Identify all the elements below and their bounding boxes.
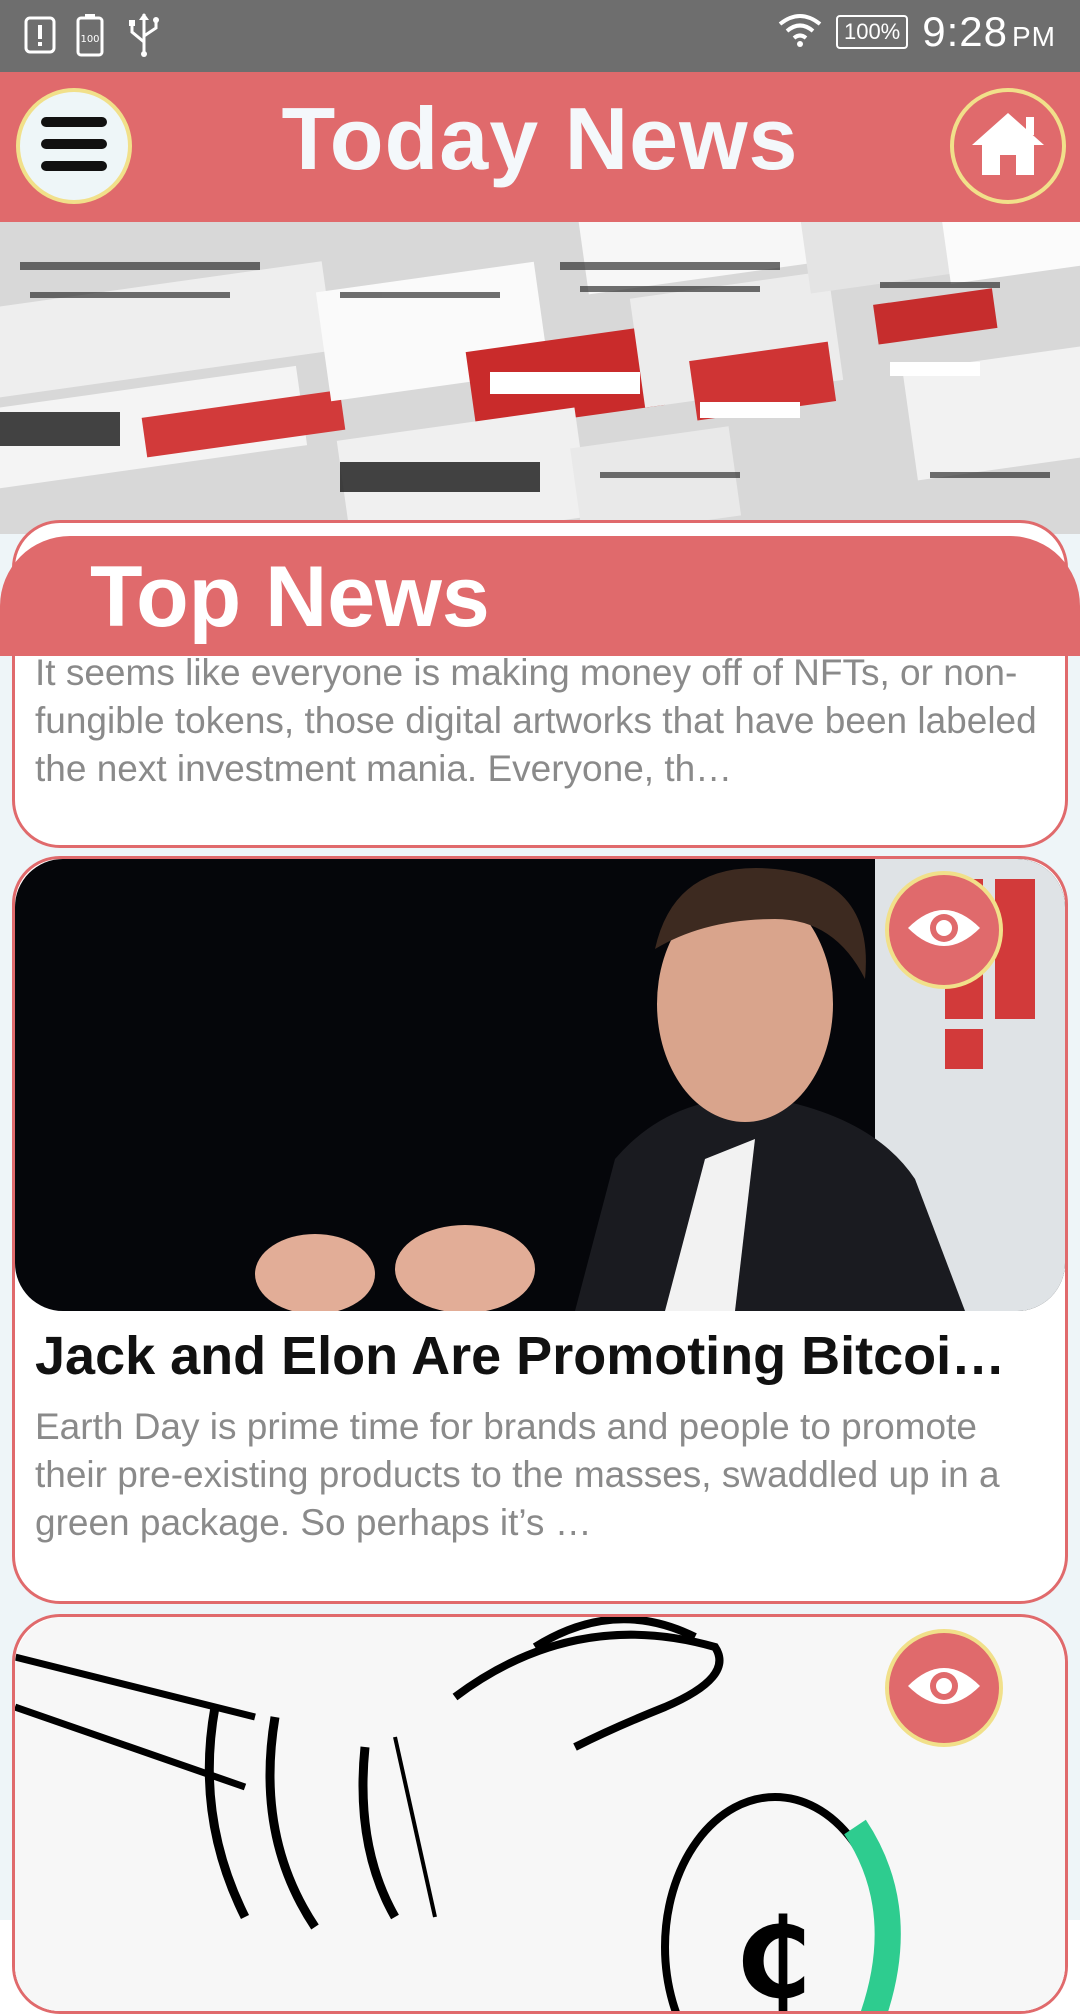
wifi-icon	[778, 12, 822, 53]
clock: 9:28 PM	[922, 8, 1056, 56]
svg-text:₵: ₵	[735, 1895, 812, 2014]
card-description: Earth Day is prime time for brands and p…	[35, 1406, 1000, 1543]
app-bar: Today News	[0, 72, 1080, 222]
svg-text:100: 100	[80, 34, 99, 45]
status-right: 100% 9:28 PM	[778, 8, 1056, 56]
clock-time: 9:28	[922, 8, 1008, 55]
view-button[interactable]	[885, 871, 1003, 989]
alert-icon	[24, 14, 56, 61]
hero-banner-image	[0, 222, 1080, 534]
status-bar: 100 100% 9:28 PM	[0, 0, 1080, 72]
home-icon	[968, 109, 1048, 184]
clock-ampm: PM	[1012, 21, 1056, 52]
status-left-icons: 100	[24, 12, 164, 63]
news-card[interactable]: Jack and Elon Are Promoting Bitcoi… Eart…	[12, 856, 1068, 1604]
section-header: Top News	[0, 536, 1080, 656]
home-button[interactable]	[950, 88, 1066, 204]
battery-icon: 100%	[835, 15, 909, 49]
app-title: Today News	[281, 89, 799, 188]
card-description: It seems like everyone is making money o…	[35, 652, 1037, 789]
eye-icon	[906, 904, 982, 957]
view-button[interactable]	[885, 1629, 1003, 1747]
news-card[interactable]: ₵	[12, 1614, 1068, 2014]
battery-saver-icon: 100	[76, 13, 104, 62]
section-title: Top News	[90, 549, 490, 645]
usb-icon	[124, 12, 164, 63]
eye-icon	[906, 1662, 982, 1715]
card-title: Jack and Elon Are Promoting Bitcoi…	[35, 1326, 1006, 1386]
